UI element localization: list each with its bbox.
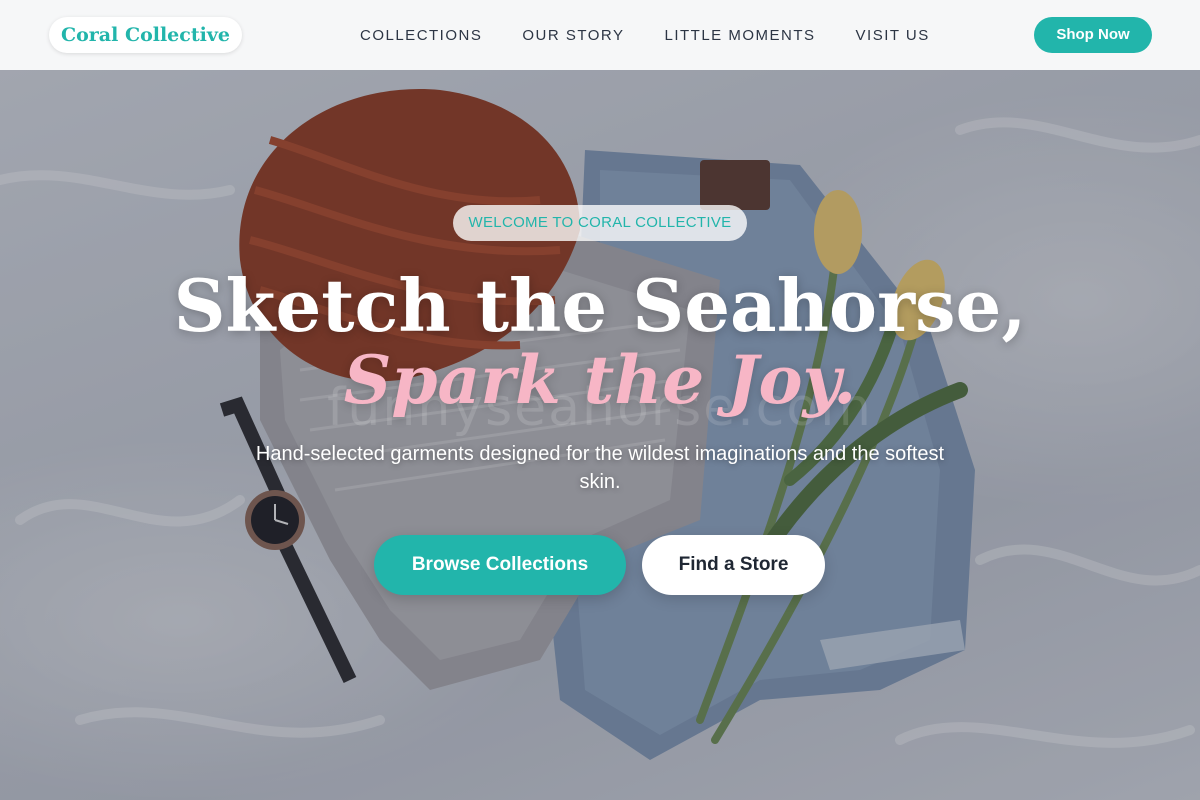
main-nav: COLLECTIONS OUR STORY LITTLE MOMENTS VIS… bbox=[340, 0, 950, 70]
hero-content: funnyseahorse.com WELCOME TO CORAL COLLE… bbox=[0, 0, 1200, 800]
nav-item-our-story[interactable]: OUR STORY bbox=[522, 27, 624, 44]
find-a-store-button[interactable]: Find a Store bbox=[642, 535, 825, 595]
hero-subtitle: Hand-selected garments designed for the … bbox=[255, 443, 945, 493]
shop-now-button[interactable]: Shop Now bbox=[1034, 17, 1152, 53]
nav-item-collections[interactable]: COLLECTIONS bbox=[360, 27, 482, 44]
brand-logo[interactable]: Coral Collective bbox=[49, 17, 242, 53]
hero-headline-accent: Spark the Joy. bbox=[343, 341, 857, 419]
hero-headline: Sketch the Seahorse, bbox=[173, 263, 1027, 348]
nav-item-visit-us[interactable]: VISIT US bbox=[856, 27, 930, 44]
welcome-badge: WELCOME TO CORAL COLLECTIVE bbox=[453, 205, 747, 241]
top-navigation-bar: Coral Collective COLLECTIONS OUR STORY L… bbox=[0, 0, 1200, 70]
browse-collections-button[interactable]: Browse Collections bbox=[374, 535, 626, 595]
nav-item-little-moments[interactable]: LITTLE MOMENTS bbox=[665, 27, 816, 44]
